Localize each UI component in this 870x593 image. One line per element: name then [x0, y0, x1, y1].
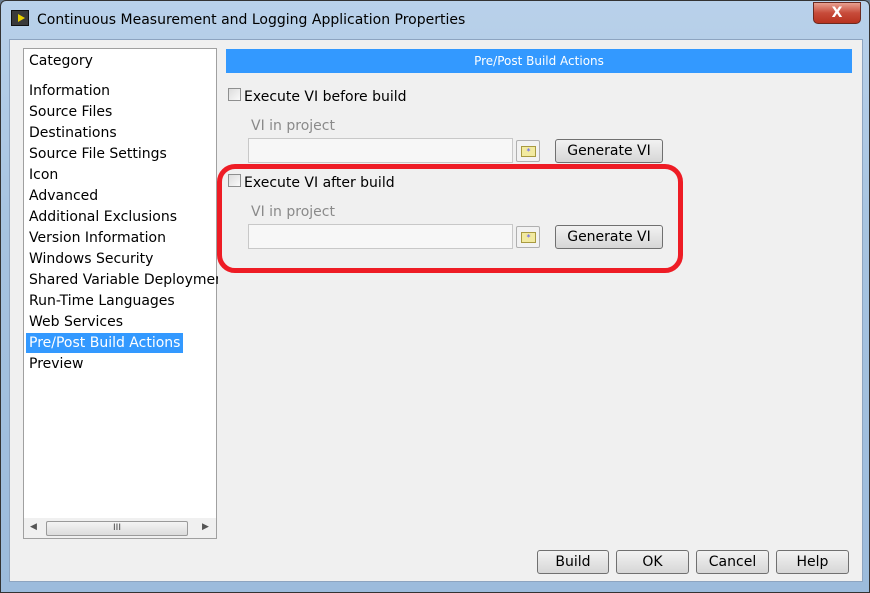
dialog-client: Category Information Source Files Destinat… — [9, 39, 863, 582]
before-vi-label: VI in project — [251, 118, 335, 134]
category-list[interactable]: Category Information Source Files Destinat… — [23, 48, 218, 539]
after-vi-input[interactable] — [248, 224, 513, 249]
before-browse-button[interactable]: * — [516, 140, 540, 162]
category-header: Category — [29, 53, 93, 69]
section-title: Pre/Post Build Actions — [226, 49, 852, 73]
folder-icon: * — [521, 232, 536, 243]
help-button[interactable]: Help — [776, 550, 849, 574]
category-item[interactable]: Source Files — [26, 102, 115, 122]
window-title: Continuous Measurement and Logging Appli… — [37, 12, 466, 28]
category-item[interactable]: Information — [26, 81, 113, 101]
category-item[interactable]: Run-Time Languages — [26, 291, 178, 311]
after-generate-vi-button[interactable]: Generate VI — [555, 225, 663, 249]
horizontal-scrollbar[interactable]: ◀ III ▶ — [24, 518, 216, 538]
scroll-left-icon[interactable]: ◀ — [30, 522, 37, 532]
after-vi-label: VI in project — [251, 204, 335, 220]
scroll-right-icon[interactable]: ▶ — [202, 522, 209, 532]
close-button[interactable]: X — [813, 2, 861, 24]
category-item[interactable]: Preview — [26, 354, 87, 374]
before-generate-vi-button[interactable]: Generate VI — [555, 139, 663, 163]
execute-after-label: Execute VI after build — [244, 175, 395, 191]
category-item[interactable]: Shared Variable Deployment — [26, 270, 218, 290]
category-item[interactable]: Windows Security — [26, 249, 156, 269]
category-item[interactable]: Web Services — [26, 312, 126, 332]
folder-icon: * — [521, 146, 536, 157]
ok-button[interactable]: OK — [616, 550, 689, 574]
category-item[interactable]: Version Information — [26, 228, 169, 248]
category-item[interactable]: Pre/Post Build Actions — [26, 333, 184, 353]
labview-app-icon — [11, 10, 29, 26]
dialog-window: Continuous Measurement and Logging Appli… — [0, 0, 870, 593]
category-item[interactable]: Destinations — [26, 123, 120, 143]
before-vi-input[interactable] — [248, 138, 513, 163]
category-item[interactable]: Source File Settings — [26, 144, 170, 164]
cancel-button[interactable]: Cancel — [696, 550, 769, 574]
execute-before-label: Execute VI before build — [244, 89, 407, 105]
category-item[interactable]: Additional Exclusions — [26, 207, 180, 227]
category-item[interactable]: Icon — [26, 165, 61, 185]
scroll-thumb[interactable]: III — [46, 521, 188, 536]
after-browse-button[interactable]: * — [516, 226, 540, 248]
execute-before-checkbox[interactable] — [228, 88, 241, 101]
build-button[interactable]: Build — [537, 550, 609, 574]
execute-after-checkbox[interactable] — [228, 174, 241, 187]
category-item[interactable]: Advanced — [26, 186, 101, 206]
